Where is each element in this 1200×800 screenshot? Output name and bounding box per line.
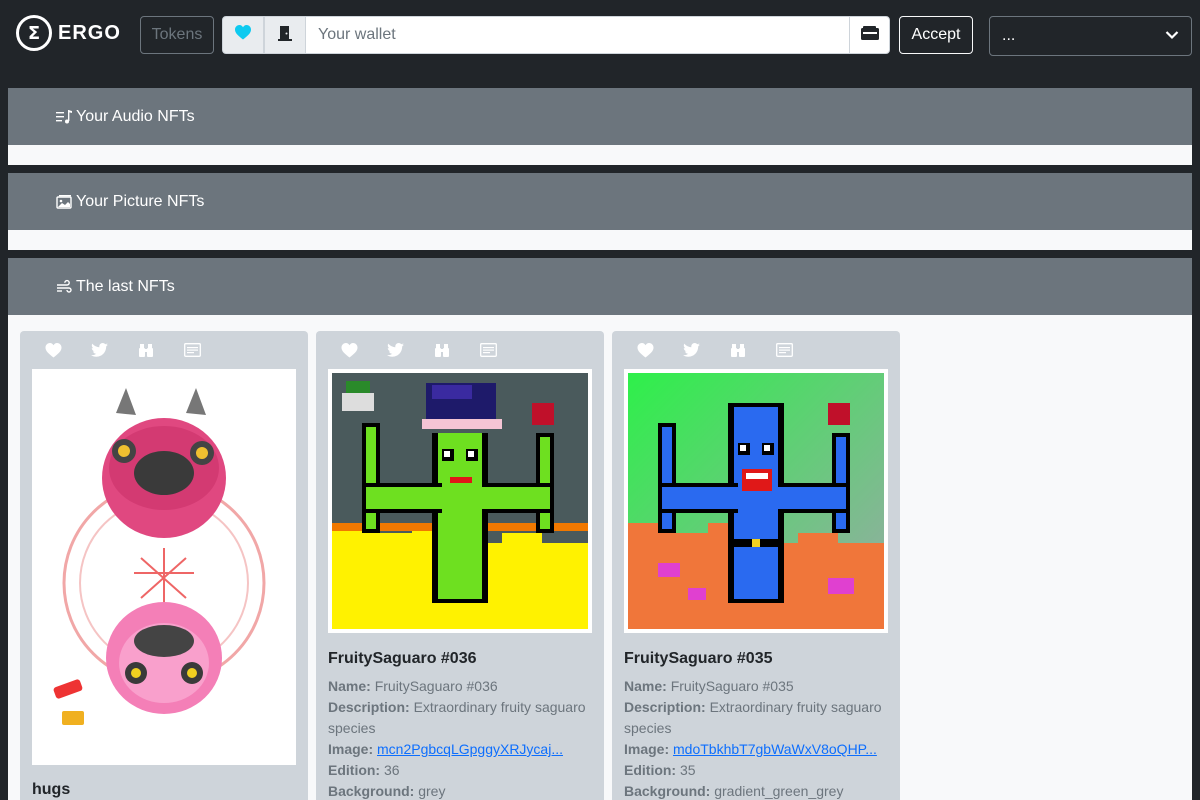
nft-image[interactable] bbox=[328, 369, 592, 633]
nft-image-row: Image: mcn2PgbcqLGpggyXRJycaj... bbox=[328, 739, 592, 760]
name-value: FruitySaguaro #035 bbox=[670, 678, 794, 694]
music-list-icon bbox=[56, 109, 72, 125]
card-text-icon[interactable] bbox=[478, 341, 498, 359]
background-label: Background: bbox=[624, 783, 711, 799]
heart-icon bbox=[235, 25, 251, 45]
name-label: Name: bbox=[624, 678, 667, 694]
favorites-toggle[interactable] bbox=[222, 16, 264, 54]
name-value: FruitySaguaro #036 bbox=[374, 678, 498, 694]
name-label: Name: bbox=[328, 678, 371, 694]
card-text-icon[interactable] bbox=[774, 341, 794, 359]
nft-card: hugs bbox=[20, 331, 308, 800]
section-last-title: The last NFTs bbox=[76, 277, 175, 295]
nft-description-row: Description: Extraordinary fruity saguar… bbox=[624, 697, 888, 739]
section-audio-body bbox=[8, 145, 1192, 165]
tokens-button[interactable]: Tokens bbox=[140, 16, 214, 54]
card-actions bbox=[316, 331, 604, 369]
binoculars-icon[interactable] bbox=[136, 341, 156, 359]
network-select[interactable]: ... bbox=[989, 16, 1192, 56]
edition-value: 36 bbox=[384, 762, 400, 778]
nft-edition-row: Edition: 36 bbox=[328, 760, 592, 781]
section-last-header[interactable]: The last NFTs bbox=[8, 258, 1192, 315]
edition-label: Edition: bbox=[624, 762, 677, 778]
green-cactus-pixel-art bbox=[332, 373, 588, 629]
pink-pig-artwork bbox=[36, 373, 292, 761]
nft-card: FruitySaguaro #035 Name: FruitySaguaro #… bbox=[612, 331, 900, 800]
image-label: Image: bbox=[624, 741, 670, 757]
nft-name-row: Name: FruitySaguaro #035 bbox=[624, 676, 888, 697]
card-text-icon[interactable] bbox=[182, 341, 202, 359]
heart-icon[interactable] bbox=[339, 341, 359, 359]
background-value: gradient_green_grey bbox=[714, 783, 844, 799]
select-value: ... bbox=[1002, 27, 1016, 44]
wallet-icon bbox=[860, 25, 879, 45]
card-actions bbox=[612, 331, 900, 369]
heart-icon[interactable] bbox=[43, 341, 63, 359]
twitter-icon[interactable] bbox=[681, 341, 701, 359]
background-value: grey bbox=[418, 783, 446, 799]
twitter-icon[interactable] bbox=[385, 341, 405, 359]
door-icon bbox=[278, 25, 292, 46]
accept-button[interactable]: Accept bbox=[899, 16, 973, 54]
twitter-icon[interactable] bbox=[89, 341, 109, 359]
heart-icon[interactable] bbox=[635, 341, 655, 359]
nft-edition-row: Edition: 35 bbox=[624, 760, 888, 781]
navbar: Σ ERGO Tokens Accept ... bbox=[0, 0, 1200, 72]
image-label: Image: bbox=[328, 741, 374, 757]
nft-details: Name: FruitySaguaro #036 Description: Ex… bbox=[328, 676, 592, 800]
image-link[interactable]: mcn2PgbcqLGpggyXRJycaj... bbox=[377, 741, 563, 757]
blue-cactus-pixel-art bbox=[628, 373, 884, 629]
nft-description-row: Description: Extraordinary fruity saguar… bbox=[328, 697, 592, 739]
nft-details: Name: FruitySaguaro #035 Description: Ex… bbox=[624, 676, 888, 800]
nft-image-row: Image: mdoTbkhbT7gbWaWxV8oQHP... bbox=[624, 739, 888, 760]
wind-icon bbox=[56, 279, 72, 295]
chevron-down-icon bbox=[1165, 27, 1179, 45]
section-picture-header[interactable]: Your Picture NFTs bbox=[8, 173, 1192, 230]
nft-image[interactable] bbox=[32, 369, 296, 765]
nft-card: FruitySaguaro #036 Name: FruitySaguaro #… bbox=[316, 331, 604, 800]
nft-title: FruitySaguaro #035 bbox=[624, 650, 773, 667]
nft-background-row: Background: grey bbox=[328, 781, 592, 800]
binoculars-icon[interactable] bbox=[432, 341, 452, 359]
nft-image[interactable] bbox=[624, 369, 888, 633]
section-picture-body bbox=[8, 230, 1192, 250]
wallet-connect-button[interactable] bbox=[849, 16, 890, 54]
sigma-logo-icon: Σ bbox=[16, 15, 52, 51]
section-picture-title: Your Picture NFTs bbox=[76, 192, 205, 210]
nft-name-row: Name: FruitySaguaro #036 bbox=[328, 676, 592, 697]
edition-label: Edition: bbox=[328, 762, 381, 778]
nft-title: FruitySaguaro #036 bbox=[328, 650, 477, 667]
disconnect-button[interactable] bbox=[264, 16, 306, 54]
logo-text: ERGO bbox=[58, 21, 121, 44]
wallet-input-group bbox=[222, 16, 890, 54]
description-label: Description: bbox=[624, 699, 706, 715]
binoculars-icon[interactable] bbox=[728, 341, 748, 359]
images-icon bbox=[56, 194, 72, 210]
section-audio-header[interactable]: Your Audio NFTs bbox=[8, 88, 1192, 145]
background-label: Background: bbox=[328, 783, 415, 799]
image-link[interactable]: mdoTbkhbT7gbWaWxV8oQHP... bbox=[673, 741, 877, 757]
nft-background-row: Background: gradient_green_grey bbox=[624, 781, 888, 800]
edition-value: 35 bbox=[680, 762, 696, 778]
ergo-logo[interactable]: Σ ERGO bbox=[16, 13, 121, 53]
nft-title: hugs bbox=[32, 781, 71, 798]
description-label: Description: bbox=[328, 699, 410, 715]
card-actions bbox=[20, 331, 308, 369]
section-audio-title: Your Audio NFTs bbox=[76, 107, 195, 125]
wallet-input[interactable] bbox=[306, 16, 849, 54]
